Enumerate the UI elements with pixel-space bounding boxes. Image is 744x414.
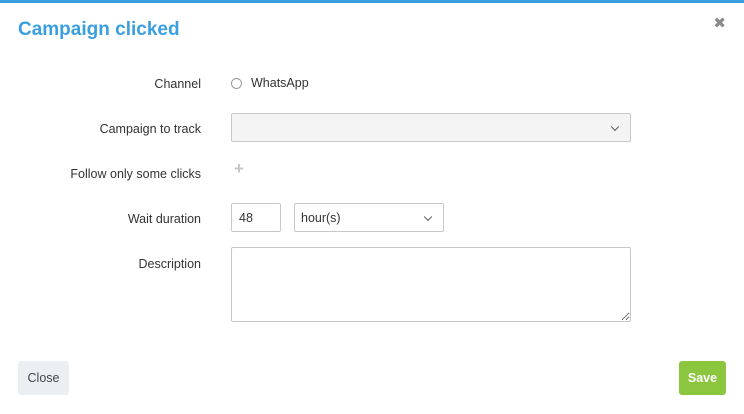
wait-duration-label: Wait duration: [127, 212, 201, 226]
close-button[interactable]: Close: [18, 361, 69, 395]
description-label: Description: [138, 257, 201, 271]
plus-icon[interactable]: +: [234, 160, 244, 177]
campaign-label: Campaign to track: [99, 122, 201, 136]
wait-duration-input[interactable]: [231, 203, 281, 232]
wait-duration-unit-select[interactable]: hour(s): [294, 203, 444, 232]
campaign-select[interactable]: [231, 113, 631, 142]
channel-whatsapp-option[interactable]: WhatsApp: [231, 76, 309, 90]
wait-duration-unit-value: hour(s): [301, 210, 341, 225]
channel-label: Channel: [154, 77, 201, 91]
chevron-down-icon: [610, 122, 620, 131]
channel-radio[interactable]: [231, 77, 242, 89]
chevron-down-icon: [423, 212, 433, 221]
dialog-top-accent: [0, 0, 744, 3]
save-button[interactable]: Save: [679, 361, 726, 395]
channel-radio-label: WhatsApp: [251, 76, 309, 90]
follow-clicks-label: Follow only some clicks: [70, 167, 201, 181]
description-textarea[interactable]: [231, 247, 631, 322]
close-icon[interactable]: ✖: [713, 16, 726, 31]
dialog-title: Campaign clicked: [18, 19, 180, 40]
